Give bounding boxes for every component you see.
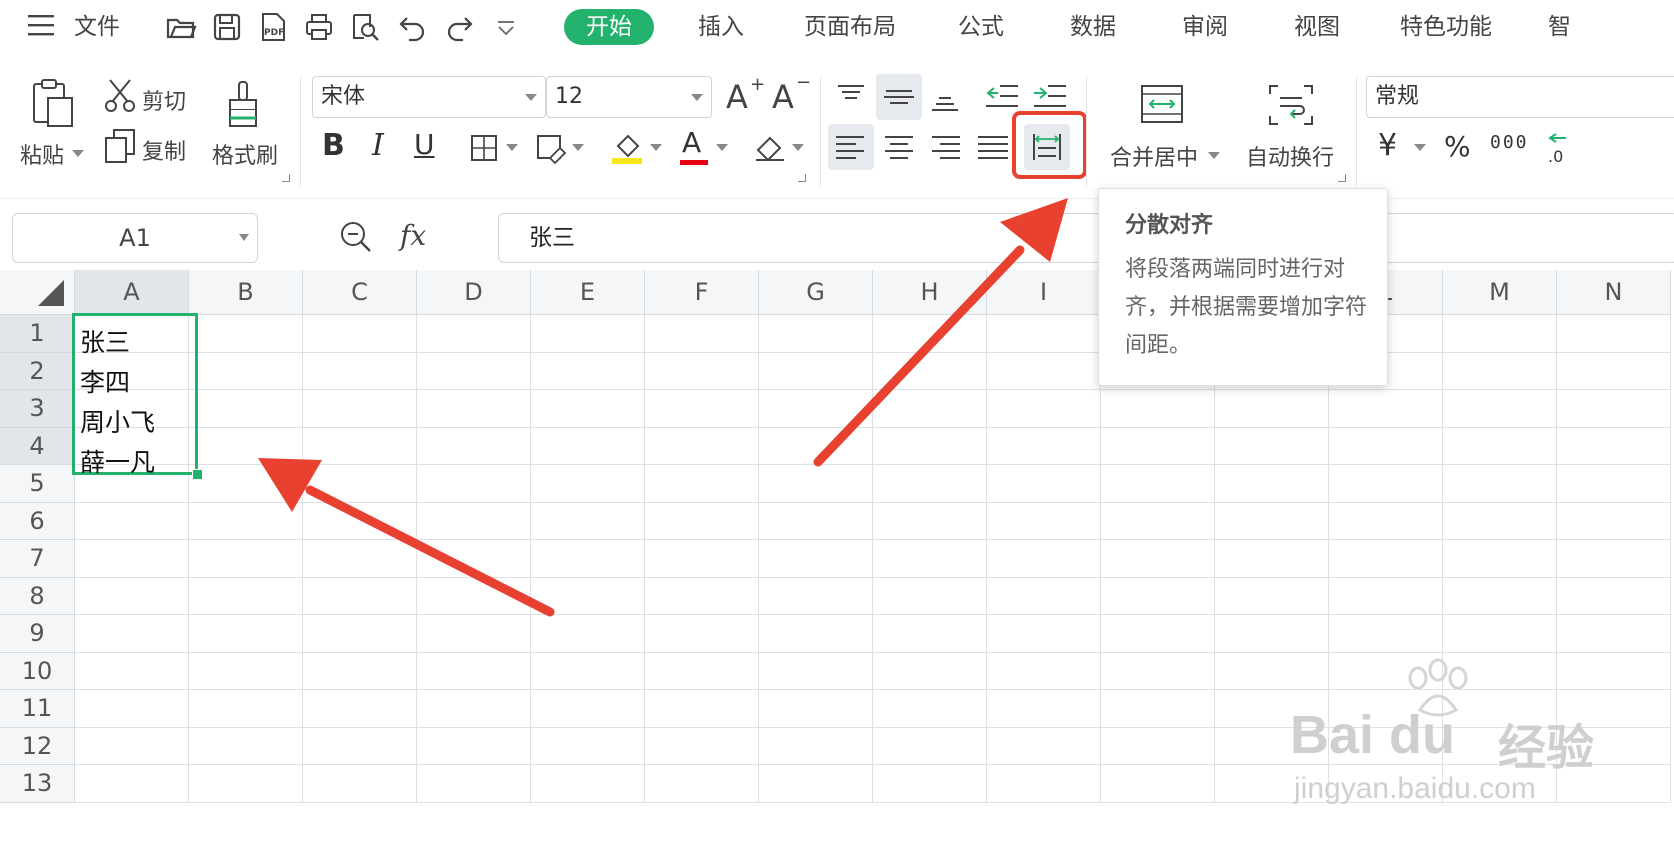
arrow-to-distributed-align [813,198,1068,467]
arrow-to-selected-cells [258,458,555,617]
baidu-jingyan-watermark: Bai du 经验 jingyan.baidu.com [1290,658,1630,810]
watermark-url: jingyan.baidu.com [1294,772,1536,805]
watermark-brand: Bai du [1290,705,1456,765]
watermark-brand-cn: 经验 [1498,722,1595,775]
